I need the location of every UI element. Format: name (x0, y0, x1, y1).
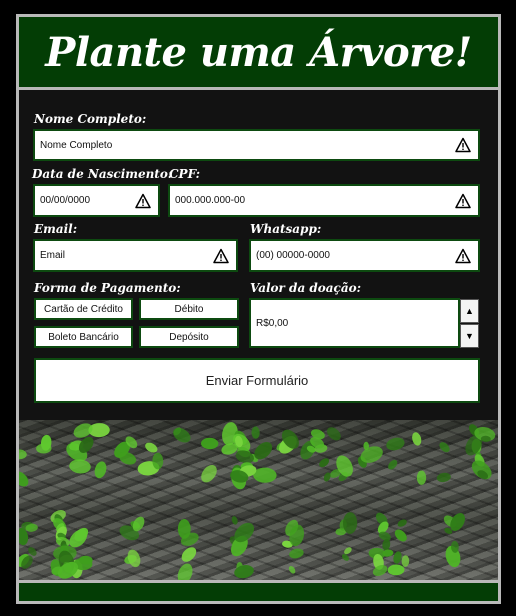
leaf (19, 449, 27, 460)
nascimento-input[interactable]: 00/00/0000 (33, 184, 160, 217)
warning-icon (135, 193, 151, 208)
leaf (251, 426, 260, 439)
email-input-placeholder: Email (40, 250, 66, 261)
nome-input[interactable]: Nome Completo (33, 129, 480, 161)
valor-label: Valor da doação: (250, 281, 362, 295)
email-label: Email: (34, 222, 78, 236)
warning-icon (213, 248, 229, 263)
nome-label: Nome Completo: (34, 112, 147, 126)
leaf (289, 548, 304, 559)
leaf (393, 551, 402, 564)
cpf-input-placeholder: 000.000.000-00 (175, 195, 246, 206)
arrow-down-icon[interactable]: ▼ (460, 324, 479, 348)
leaf (412, 432, 422, 446)
pagamento-label: Forma de Pagamento: (34, 281, 181, 295)
valor-stepper: ▲ ▼ (460, 299, 479, 348)
leaf (416, 470, 427, 485)
warning-icon (455, 193, 471, 208)
valor-input-value: R$0,00 (256, 317, 289, 329)
leaf (323, 472, 331, 482)
whatsapp-input[interactable]: (00) 00000-0000 (249, 239, 480, 272)
leaf (201, 464, 217, 483)
whatsapp-input-placeholder: (00) 00000-0000 (256, 250, 330, 261)
foliage-leaves (19, 422, 496, 580)
pagamento-debito-button[interactable]: Débito (139, 298, 239, 320)
leaf (394, 529, 407, 542)
nascimento-label: Data de Nascimento: (32, 167, 173, 181)
whatsapp-label: Whatsapp: (250, 222, 322, 236)
leaf (342, 553, 349, 561)
email-input[interactable]: Email (33, 239, 238, 272)
leaf (288, 566, 296, 574)
cpf-label: CPF: (169, 167, 201, 181)
submit-button[interactable]: Enviar Formulário (34, 358, 480, 403)
leaf (19, 471, 29, 487)
leaf (388, 459, 398, 470)
leaf (386, 437, 405, 451)
leaf (94, 461, 107, 479)
leaf (173, 427, 191, 443)
leaf (319, 458, 330, 468)
page-title: Plante uma Árvore! (45, 28, 472, 76)
pagamento-cartao-button[interactable]: Cartão de Crédito (34, 298, 133, 320)
cpf-input[interactable]: 000.000.000-00 (168, 184, 480, 217)
leaf (234, 565, 254, 579)
leaf (436, 472, 451, 483)
leaf (201, 437, 219, 450)
nascimento-input-placeholder: 00/00/0000 (40, 195, 91, 206)
leaf (253, 467, 277, 483)
pagamento-deposito-button[interactable]: Depósito (139, 326, 239, 348)
leaf (397, 519, 407, 527)
nome-input-placeholder: Nome Completo (40, 139, 113, 151)
leaf (387, 564, 405, 576)
leaf (401, 555, 410, 567)
leaf (127, 549, 141, 568)
leaf (69, 459, 91, 474)
arrow-up-icon[interactable]: ▲ (460, 299, 479, 323)
leaf (177, 563, 193, 580)
footer-bar (19, 583, 498, 601)
warning-icon (455, 137, 471, 153)
leaf (181, 547, 197, 562)
pagamento-boleto-button[interactable]: Boleto Bancário (34, 326, 133, 348)
leaf (231, 516, 238, 525)
leaf (145, 442, 158, 453)
leaf (382, 538, 391, 551)
leaf (327, 427, 341, 441)
leaf (439, 442, 450, 453)
warning-icon (455, 248, 471, 263)
foliage-image (19, 420, 498, 580)
valor-input[interactable]: R$0,00 (249, 298, 460, 348)
header-banner: Plante uma Árvore! (19, 17, 498, 87)
